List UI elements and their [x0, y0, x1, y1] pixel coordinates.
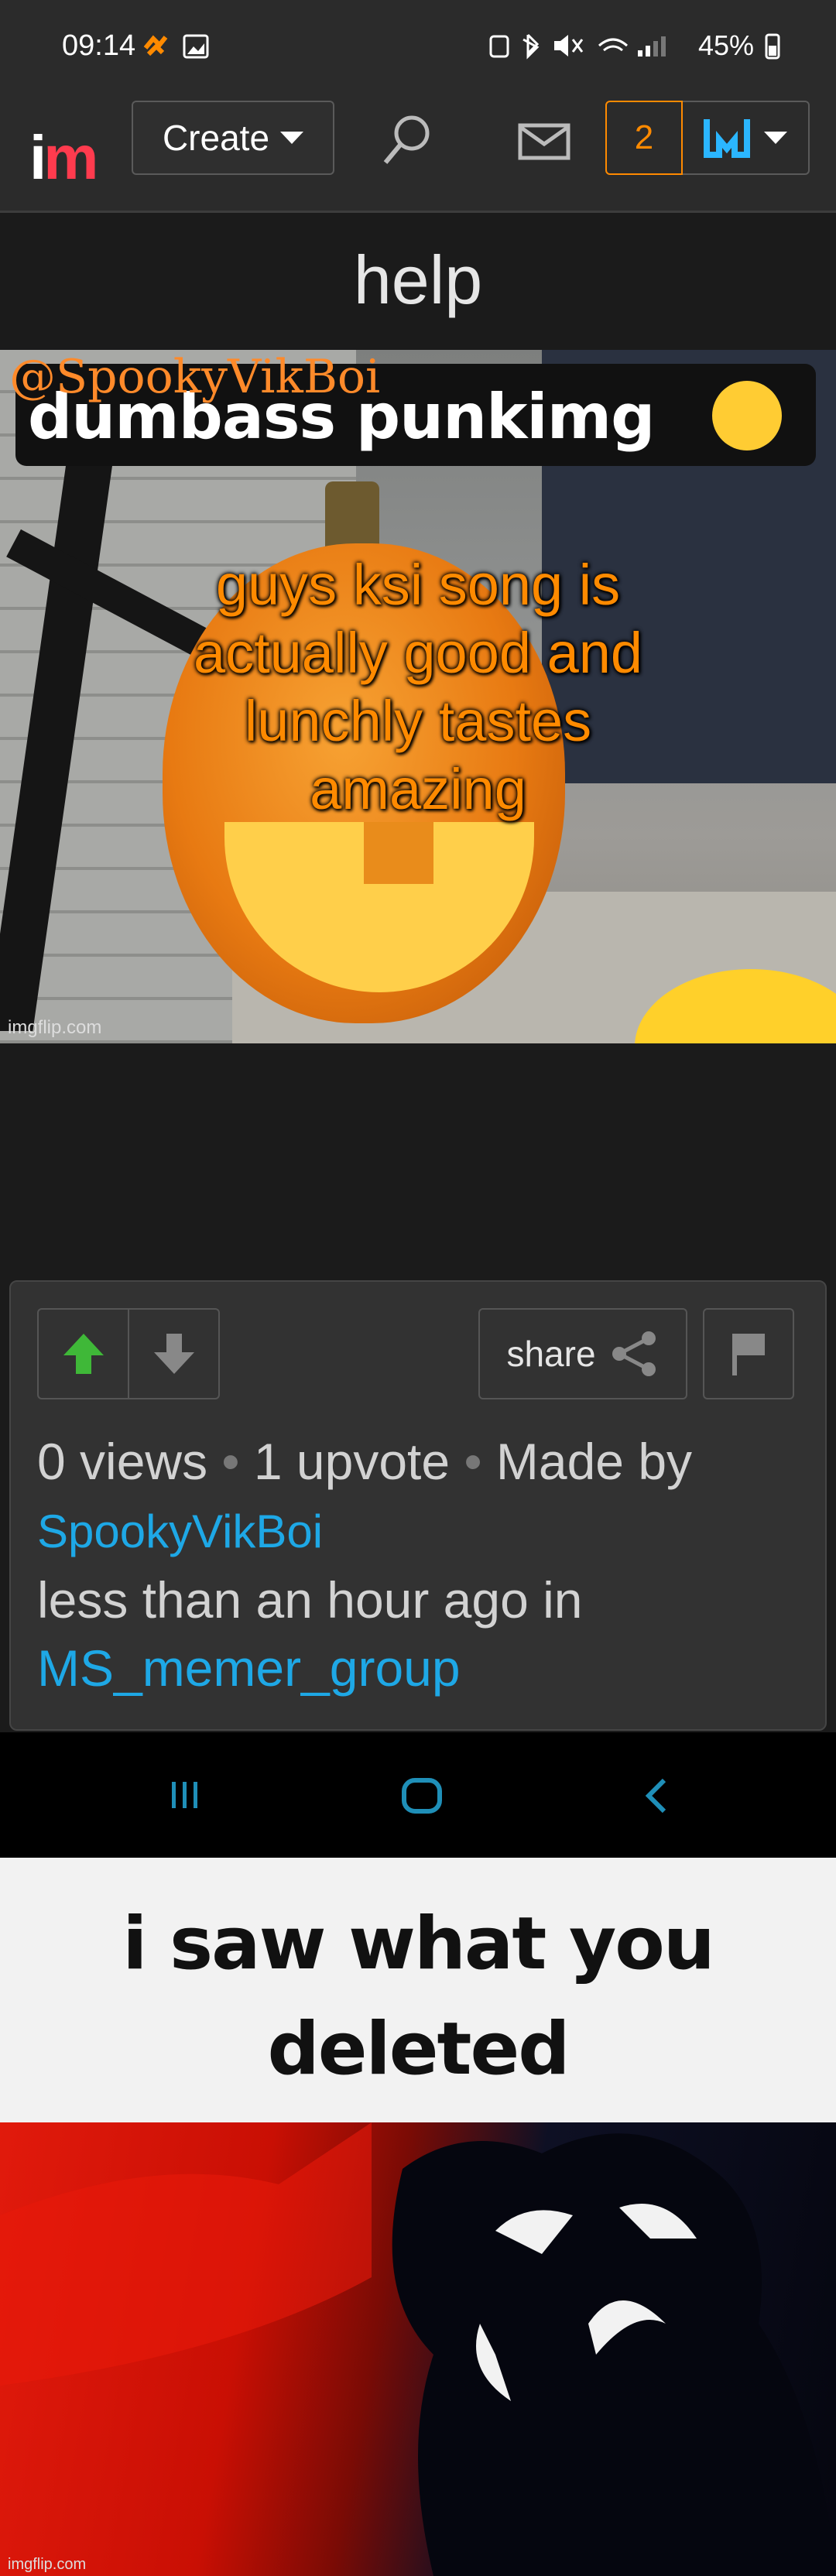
notification-icons — [143, 34, 209, 59]
laughing-emoji-icon — [712, 381, 782, 450]
upvote-arrow-icon — [63, 1334, 104, 1374]
upvote-button[interactable] — [39, 1310, 128, 1398]
vote-buttons — [37, 1308, 220, 1399]
view-count: 0 views — [37, 1433, 208, 1490]
post-meta: 0 views • 1 upvote • Made by SpookyVikBo… — [37, 1427, 811, 1702]
chevron-down-icon — [764, 132, 787, 144]
status-right: 45% — [486, 29, 780, 62]
status-bar: 09:14 45% — [0, 0, 836, 94]
android-nav-icons — [172, 1778, 666, 1814]
user-avatar-icon — [704, 119, 750, 158]
logo-letter-m: m — [43, 123, 98, 192]
meta-separator: • — [464, 1433, 482, 1490]
meme-watermark-handle: @SpookyVikBoi — [9, 350, 381, 404]
notification-count-button[interactable]: 2 — [605, 101, 683, 175]
android-nav-bar — [0, 1732, 836, 1858]
reaction-meme-watermark: imgflip.com — [8, 2556, 87, 2573]
meta-separator: • — [221, 1433, 240, 1490]
create-label: Create — [162, 118, 270, 158]
search-icon — [383, 115, 430, 164]
meme-overlay-text: guys ksi song is actually good and lunch… — [193, 553, 643, 821]
meme-image[interactable]: dumbass punkimg @SpookyVikBoi guys ksi s… — [0, 350, 836, 1043]
status-time: 09:14 — [62, 29, 136, 62]
share-button[interactable]: share — [478, 1308, 687, 1399]
status-notification-icons — [142, 31, 217, 66]
stream-link[interactable]: MS_memer_group — [37, 1639, 461, 1697]
imgflip-logo[interactable]: im — [29, 122, 98, 194]
top-nav: im Create 2 — [0, 94, 836, 213]
logo-letter-i: i — [29, 123, 46, 192]
back-icon[interactable] — [645, 1778, 666, 1814]
recent-apps-icon[interactable] — [172, 1782, 197, 1808]
flag-button[interactable] — [703, 1308, 794, 1399]
share-icon — [612, 1331, 656, 1376]
post-info-panel: share 0 views • 1 upvote • Made by Spook… — [9, 1280, 827, 1731]
chevron-down-icon — [280, 132, 304, 144]
battery-percent: 45% — [697, 29, 754, 61]
made-by-label: Made by — [495, 1433, 693, 1490]
create-button[interactable]: Create — [132, 101, 334, 175]
home-icon[interactable] — [402, 1778, 442, 1814]
post-title: help — [353, 242, 483, 318]
system-icons — [489, 33, 666, 60]
user-menu-button[interactable] — [683, 101, 810, 175]
upvote-count: 1 upvote — [253, 1433, 451, 1490]
reaction-meme-text: i saw what you deleted — [122, 1902, 715, 2091]
downvote-arrow-icon — [153, 1334, 194, 1374]
battery-icon — [765, 33, 780, 60]
search-button[interactable] — [376, 110, 438, 176]
reaction-meme-image: i saw what you deleted imgflip.com — [0, 1858, 836, 2576]
downvote-button[interactable] — [128, 1310, 218, 1398]
share-label: share — [506, 1334, 596, 1374]
messages-button[interactable] — [517, 122, 571, 165]
meme-site-watermark: imgflip.com — [8, 1017, 102, 1038]
mail-icon — [518, 123, 570, 160]
author-link[interactable]: SpookyVikBoi — [37, 1506, 323, 1557]
reaction-meme-figure — [0, 2122, 836, 2576]
flag-icon — [732, 1334, 765, 1375]
pumpkin-tooth — [364, 822, 433, 884]
post-time: less than an hour ago in — [37, 1571, 583, 1629]
